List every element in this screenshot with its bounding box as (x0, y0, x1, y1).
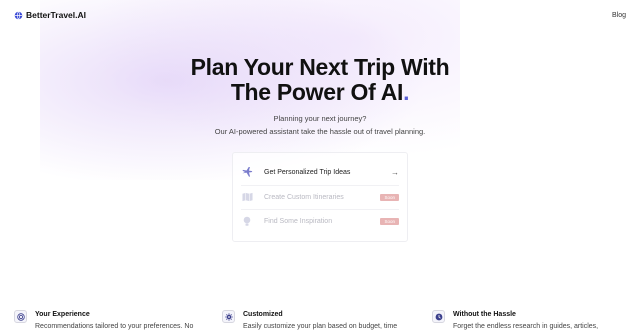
feature-description: Forget the endless research in guides, a… (453, 323, 599, 330)
feature-description: Easily customize your plan based on budg… (243, 323, 398, 330)
plane-icon (241, 166, 253, 178)
title-dot: . (403, 79, 410, 105)
soon-badge: Soon (380, 193, 399, 201)
feature-description: Recommendations tailored to your prefere… (35, 323, 194, 330)
feature-title: Your Experience (35, 311, 90, 318)
globe-icon (14, 10, 23, 20)
option-label: Create Custom Itineraries (264, 193, 344, 201)
option-personalized-trip-ideas[interactable]: Get Personalized Trip Ideas → (241, 161, 399, 183)
page-title: Plan Your Next Trip With The Power Of AI… (0, 55, 640, 105)
gear-icon (222, 310, 235, 323)
hero-subtitle-question: Planning your next journey? (273, 114, 367, 123)
feature-title: Without the Hassle (453, 311, 516, 318)
target-icon (14, 310, 27, 323)
top-nav: BetterTravel.AI Blog (0, 0, 640, 30)
nav-link-blog[interactable]: Blog (612, 12, 626, 19)
option-label: Get Personalized Trip Ideas (264, 168, 351, 176)
clock-icon (432, 310, 445, 323)
soon-badge: Soon (380, 217, 399, 225)
option-label: Find Some Inspiration (264, 217, 333, 225)
lightbulb-icon (241, 215, 253, 227)
brand-logo[interactable]: BetterTravel.AI (14, 10, 86, 20)
feature-your-experience: Your Experience Recommendations tailored… (14, 310, 193, 332)
feature-without-hassle: Without the Hassle Forget the endless re… (432, 310, 598, 332)
title-line-2: The Power Of AI (230, 79, 404, 105)
map-icon (241, 191, 253, 203)
feature-customized: Customized Easily customize your plan ba… (222, 310, 397, 332)
option-find-inspiration[interactable]: Find Some Inspiration Soon (241, 209, 399, 232)
arrow-right-icon[interactable]: → (391, 168, 399, 177)
feature-title: Customized (243, 311, 283, 318)
title-line-1: Plan Your Next Trip With (190, 54, 450, 80)
hero-subtitle-description: Our AI-powered assistant take the hassle… (214, 127, 426, 136)
brand-name: BetterTravel.AI (26, 10, 86, 20)
option-custom-itineraries[interactable]: Create Custom Itineraries Soon (241, 185, 399, 208)
options-card: Get Personalized Trip Ideas → Create Cus… (232, 152, 408, 242)
